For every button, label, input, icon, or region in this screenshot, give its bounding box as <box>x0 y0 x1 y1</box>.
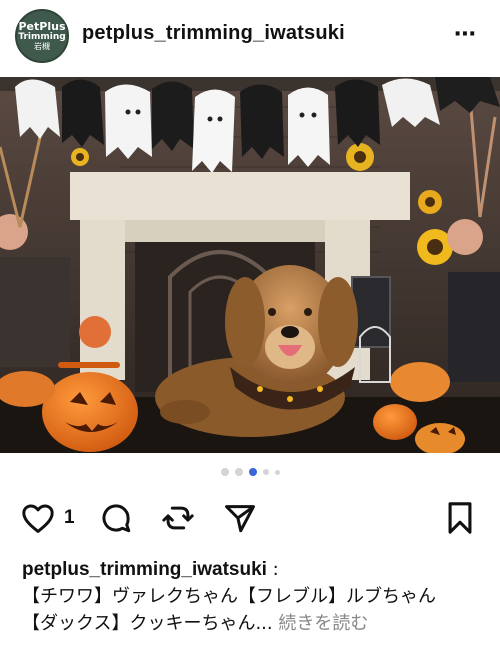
avatar-text-line2: Trimming <box>18 32 66 42</box>
bookmark-icon[interactable] <box>442 498 478 538</box>
carousel-dot <box>262 469 269 475</box>
post-username[interactable]: petplus_trimming_iwatsuki <box>82 22 345 45</box>
read-more-link[interactable]: 続きを読む <box>273 613 368 634</box>
carousel-indicator <box>0 468 500 476</box>
action-bar: 1 <box>0 498 500 538</box>
carousel-dot <box>234 468 243 476</box>
caption-username[interactable]: petplus_trimming_iwatsuki <box>22 559 267 580</box>
carousel-dot-active <box>248 468 257 476</box>
like-count[interactable]: 1 <box>64 507 75 529</box>
caption-line-1: 【チワワ】ヴァレクちゃん【フレブル】ルブちゃん <box>22 586 436 607</box>
post-caption: petplus_trimming_iwatsuki : 【チワワ】ヴァレクちゃん… <box>22 556 492 637</box>
paper-plane-icon[interactable] <box>222 498 258 538</box>
caption-header: petplus_trimming_iwatsuki : <box>22 556 492 583</box>
post-header: PetPlus Trimming 岩槻 petplus_trimming_iwa… <box>0 0 500 72</box>
heart-icon[interactable] <box>20 498 56 538</box>
post-photo[interactable] <box>0 77 500 453</box>
avatar[interactable]: PetPlus Trimming 岩槻 <box>15 9 69 63</box>
more-options-icon[interactable]: ⋯ <box>454 23 478 45</box>
comment-icon[interactable] <box>98 498 134 538</box>
caption-line-2-text: 【ダックス】クッキーちゃん... <box>22 613 273 634</box>
avatar-text-line3: 岩槻 <box>34 42 50 51</box>
carousel-dot <box>274 469 280 475</box>
repost-icon[interactable] <box>160 498 196 538</box>
avatar-text-line1: PetPlus <box>18 20 66 33</box>
caption-separator: : <box>266 559 279 580</box>
halloween-dog-photo <box>0 77 500 453</box>
caption-line-2: 【ダックス】クッキーちゃん... 続きを読む <box>22 610 492 637</box>
carousel-dot <box>220 468 229 476</box>
